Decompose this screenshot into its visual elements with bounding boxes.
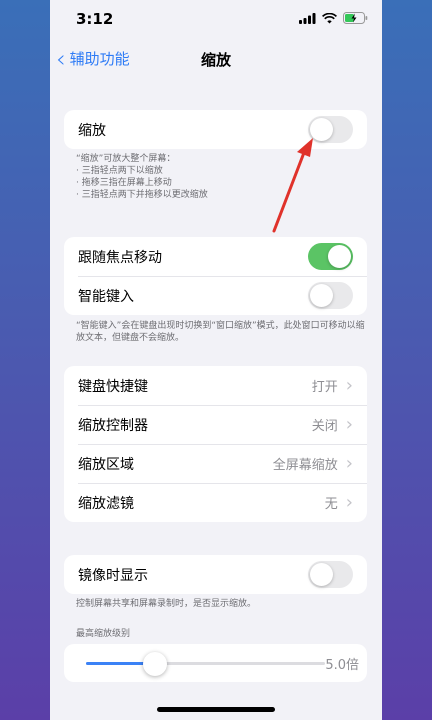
annotation-arrow xyxy=(272,138,313,233)
